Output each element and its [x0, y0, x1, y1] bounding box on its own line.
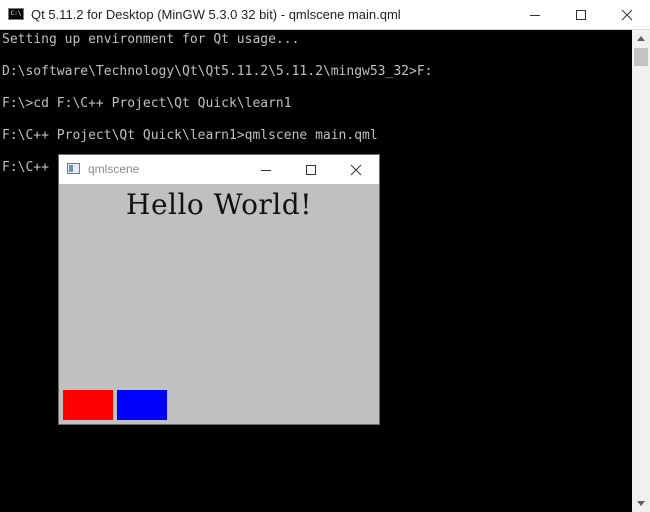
terminal-line: Setting up environment for Qt usage...: [2, 32, 300, 47]
console-icon: C:\: [8, 8, 24, 20]
maximize-icon: [306, 164, 316, 175]
maximize-icon: [576, 10, 586, 20]
scrollbar-thumb[interactable]: [634, 48, 648, 66]
terminal-line: F:\C++ Project\Qt Quick\learn1>qmlscene …: [2, 128, 378, 143]
hello-world-text: Hello World!: [126, 188, 312, 221]
chevron-down-icon: [637, 501, 645, 506]
console-titlebar[interactable]: C:\ Qt 5.11.2 for Desktop (MinGW 5.3.0 3…: [0, 0, 650, 30]
close-icon: [621, 9, 633, 21]
scroll-up-button[interactable]: [632, 30, 650, 47]
maximize-button[interactable]: [558, 0, 604, 30]
qml-content-area: Hello World!: [59, 184, 379, 424]
chevron-up-icon: [637, 36, 645, 41]
qml-minimize-button[interactable]: [243, 155, 289, 184]
blue-rectangle: [117, 390, 167, 420]
terminal-line: D:\software\Technology\Qt\Qt5.11.2\5.11.…: [2, 64, 433, 79]
qmlscene-window: qmlscene Hello World!: [58, 154, 380, 425]
qml-maximize-button[interactable]: [288, 155, 334, 184]
red-rectangle: [63, 390, 113, 420]
console-title: Qt 5.11.2 for Desktop (MinGW 5.3.0 32 bi…: [31, 7, 401, 22]
vertical-scrollbar[interactable]: [632, 30, 650, 512]
close-button[interactable]: [604, 0, 650, 30]
qt-app-icon: [67, 163, 80, 174]
minimize-button[interactable]: [512, 0, 558, 30]
minimize-icon: [530, 15, 540, 16]
close-icon: [350, 164, 362, 175]
qmlscene-title: qmlscene: [88, 162, 140, 176]
qmlscene-titlebar[interactable]: qmlscene: [59, 155, 379, 184]
terminal-line: F:\>cd F:\C++ Project\Qt Quick\learn1: [2, 96, 292, 111]
minimize-icon: [261, 169, 271, 171]
scroll-down-button[interactable]: [632, 495, 650, 512]
qml-close-button[interactable]: [333, 155, 379, 184]
